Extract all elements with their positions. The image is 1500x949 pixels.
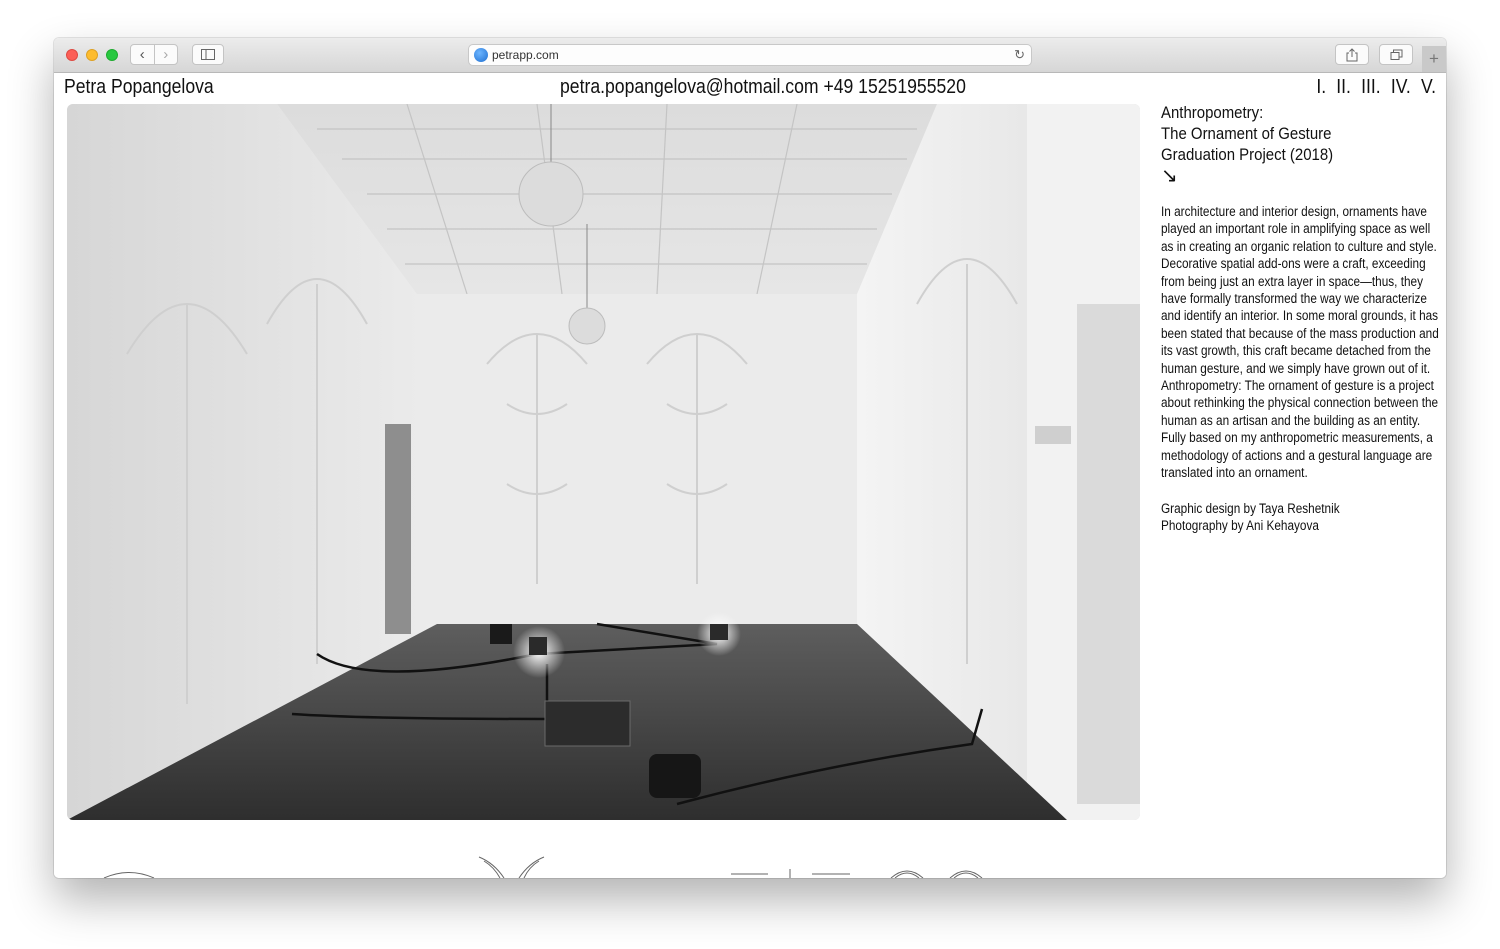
plus-icon[interactable]: + xyxy=(1422,46,1446,72)
contact-info[interactable]: petra.popangelova@hotmail.com +49 152519… xyxy=(560,76,966,99)
project-credits: Graphic design by Taya Reshetnik Photogr… xyxy=(1161,500,1416,535)
back-icon[interactable]: ‹ xyxy=(131,45,154,64)
forward-icon[interactable]: › xyxy=(153,45,178,64)
close-window-button[interactable] xyxy=(66,49,78,61)
credit-design: Graphic design by Taya Reshetnik xyxy=(1161,500,1340,516)
project-title-line-2: The Ornament of Gesture xyxy=(1161,124,1332,143)
sidebar-icon xyxy=(201,49,215,60)
project-title-line-1: Anthropometry: xyxy=(1161,103,1264,122)
history-nav: ‹ › xyxy=(130,44,178,65)
sidebar-button[interactable] xyxy=(192,44,224,65)
project-title-line-3: Graduation Project (2018) xyxy=(1161,145,1334,164)
browser-window: ‹ › petrapp.com ↻ + Petra Popangelova pe… xyxy=(54,38,1446,878)
share-button[interactable] xyxy=(1335,44,1369,65)
address-bar[interactable]: petrapp.com ↻ xyxy=(468,44,1032,66)
browser-toolbar: ‹ › petrapp.com ↻ + xyxy=(54,38,1446,73)
project-photo xyxy=(67,104,1140,820)
nav-link-1[interactable]: I. xyxy=(1316,76,1326,98)
globe-icon xyxy=(474,48,488,62)
project-info: Anthropometry: The Ornament of Gesture G… xyxy=(1161,102,1446,534)
nav-link-4[interactable]: IV. xyxy=(1391,76,1411,98)
arrow-down-right-icon: ↘ xyxy=(1161,165,1178,187)
section-nav: I. II. III. IV. V. xyxy=(1311,76,1436,99)
reload-icon[interactable]: ↻ xyxy=(1014,47,1025,63)
minimize-window-button[interactable] xyxy=(86,49,98,61)
nav-link-3[interactable]: III. xyxy=(1361,76,1381,98)
page-content: Petra Popangelova petra.popangelova@hotm… xyxy=(54,73,1446,878)
tabs-icon xyxy=(1390,49,1402,60)
url-text: petrapp.com xyxy=(492,48,559,62)
show-tabs-button[interactable] xyxy=(1379,44,1413,65)
site-name-link[interactable]: Petra Popangelova xyxy=(64,76,214,99)
nav-link-2[interactable]: II. xyxy=(1336,76,1351,98)
next-image-preview xyxy=(103,856,983,878)
share-icon xyxy=(1346,47,1358,61)
nav-link-5[interactable]: V. xyxy=(1421,76,1436,98)
credit-photo: Photography by Ani Kehayova xyxy=(1161,517,1319,533)
project-description: In architecture and interior design, orn… xyxy=(1161,204,1439,481)
zoom-window-button[interactable] xyxy=(106,49,118,61)
